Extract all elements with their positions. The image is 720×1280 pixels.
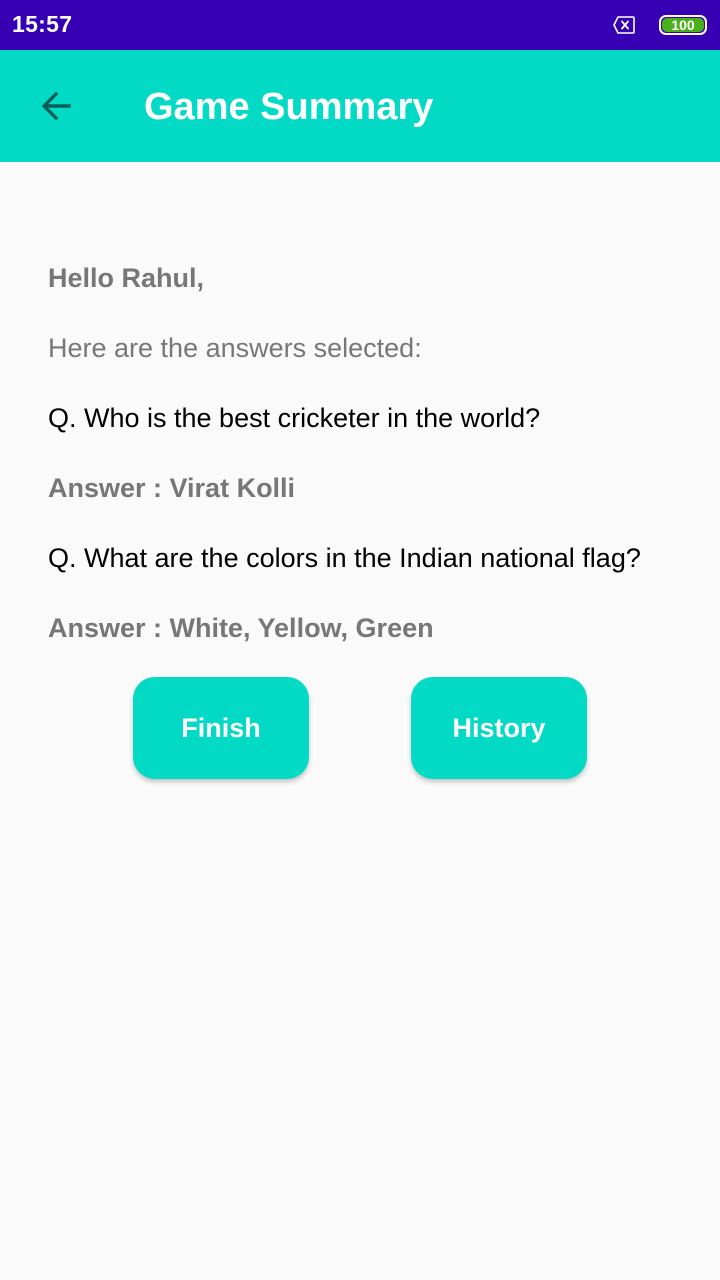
arrow-left-icon bbox=[41, 91, 71, 121]
history-button[interactable]: History bbox=[411, 677, 587, 779]
battery-level: 100 bbox=[662, 18, 704, 32]
answer-text: Answer : White, Yellow, Green bbox=[48, 613, 434, 643]
battery-icon: 100 bbox=[659, 15, 707, 35]
finish-button[interactable]: Finish bbox=[133, 677, 309, 779]
greeting-text: Hello Rahul, bbox=[48, 263, 205, 293]
status-time: 15:57 bbox=[12, 11, 73, 37]
intro-text: Here are the answers selected: bbox=[48, 333, 422, 363]
sim-off-icon bbox=[613, 16, 635, 34]
page-title: Game Summary bbox=[144, 86, 434, 128]
app-bar: Game Summary bbox=[0, 50, 720, 162]
question-text: Q. Who is the best cricketer in the worl… bbox=[48, 403, 541, 433]
back-button[interactable] bbox=[24, 74, 88, 138]
answer-text: Answer : Virat Kolli bbox=[48, 473, 296, 503]
question-text: Q. What are the colors in the Indian nat… bbox=[48, 543, 641, 573]
status-bar: 15:57 100 bbox=[0, 0, 720, 50]
